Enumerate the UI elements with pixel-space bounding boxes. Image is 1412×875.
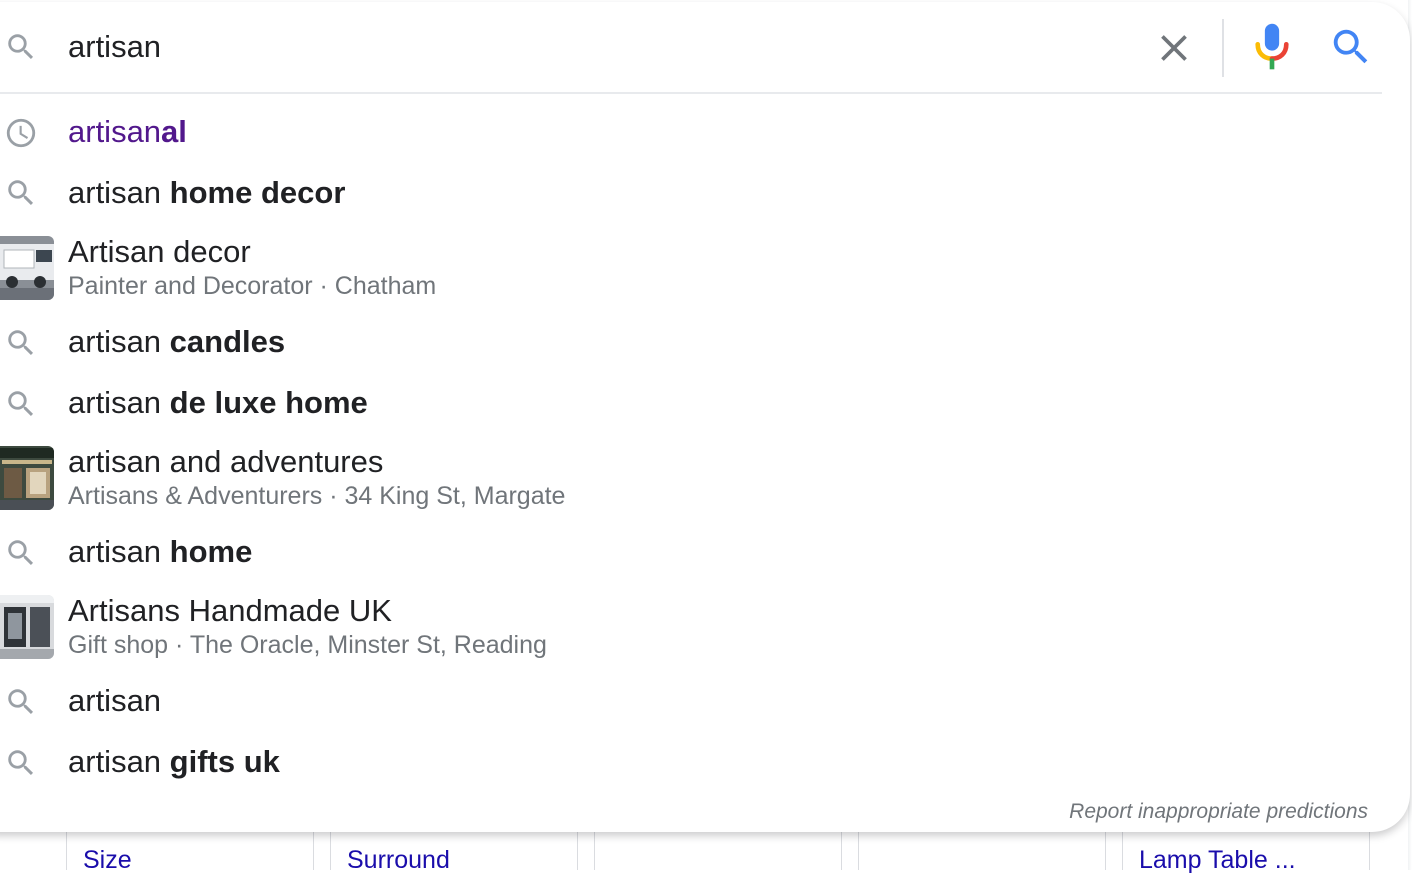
suggestion-text: artisan xyxy=(68,683,162,718)
suggestion-place-item[interactable]: Artisans Handmade UK Gift shop · The Ora… xyxy=(0,583,1400,669)
search-icon xyxy=(8,34,34,60)
search-icon xyxy=(8,391,34,417)
search-input[interactable] xyxy=(68,26,1128,68)
search-icon xyxy=(8,180,34,206)
microphone-icon[interactable] xyxy=(1250,22,1294,72)
search-divider-horizontal xyxy=(0,92,1382,94)
search-icon xyxy=(8,750,34,776)
report-predictions-link[interactable]: Report inappropriate predictions xyxy=(1040,800,1368,824)
suggestion-item[interactable]: artisan candles xyxy=(0,312,1400,372)
suggestion-item[interactable]: artisan home decor xyxy=(0,162,1400,222)
background-card-label[interactable]: Surround xyxy=(347,846,450,875)
suggestion-item[interactable]: artisan gifts uk xyxy=(0,732,1400,792)
suggestion-text: artisan candles xyxy=(68,324,286,359)
place-title: Artisan decor xyxy=(68,234,251,269)
suggestion-item[interactable]: artisan xyxy=(0,671,1400,731)
suggestion-place-item[interactable]: Artisan decor Painter and Decorator · Ch… xyxy=(0,224,1400,310)
suggestion-text: artisanal xyxy=(68,114,187,149)
clear-icon[interactable] xyxy=(1152,26,1196,70)
suggestion-place-item[interactable]: artisan and adventures Artisans & Advent… xyxy=(0,434,1400,520)
suggestion-item[interactable]: artisan de luxe home xyxy=(0,373,1400,433)
background-card-label[interactable]: Lamp Table ... xyxy=(1139,846,1296,875)
suggestion-item[interactable]: artisan home xyxy=(0,522,1400,582)
suggestion-item[interactable]: artisanal xyxy=(0,100,1400,162)
search-icon xyxy=(8,689,34,715)
suggestion-text: artisan de luxe home xyxy=(68,385,368,420)
place-title: artisan and adventures xyxy=(68,444,384,479)
place-subtitle: Painter and Decorator · Chatham xyxy=(68,272,437,300)
place-thumbnail xyxy=(0,236,54,300)
place-subtitle: Gift shop · The Oracle, Minster St, Read… xyxy=(68,631,547,659)
search-icon xyxy=(8,540,34,566)
suggestion-text: artisan home decor xyxy=(68,175,346,210)
place-subtitle: Artisans & Adventurers · 34 King St, Mar… xyxy=(68,482,566,510)
suggestion-text: artisan home xyxy=(68,534,253,569)
place-thumbnail xyxy=(0,446,54,510)
background-card-label[interactable]: Size xyxy=(83,846,132,875)
search-submit-icon[interactable] xyxy=(1328,24,1374,70)
search-icon xyxy=(8,330,34,356)
place-thumbnail xyxy=(0,595,54,659)
search-divider xyxy=(1222,19,1224,77)
history-icon xyxy=(6,118,36,148)
place-title: Artisans Handmade UK xyxy=(68,593,392,628)
suggestion-text: artisan gifts uk xyxy=(68,744,280,779)
search-bar xyxy=(0,0,1412,92)
